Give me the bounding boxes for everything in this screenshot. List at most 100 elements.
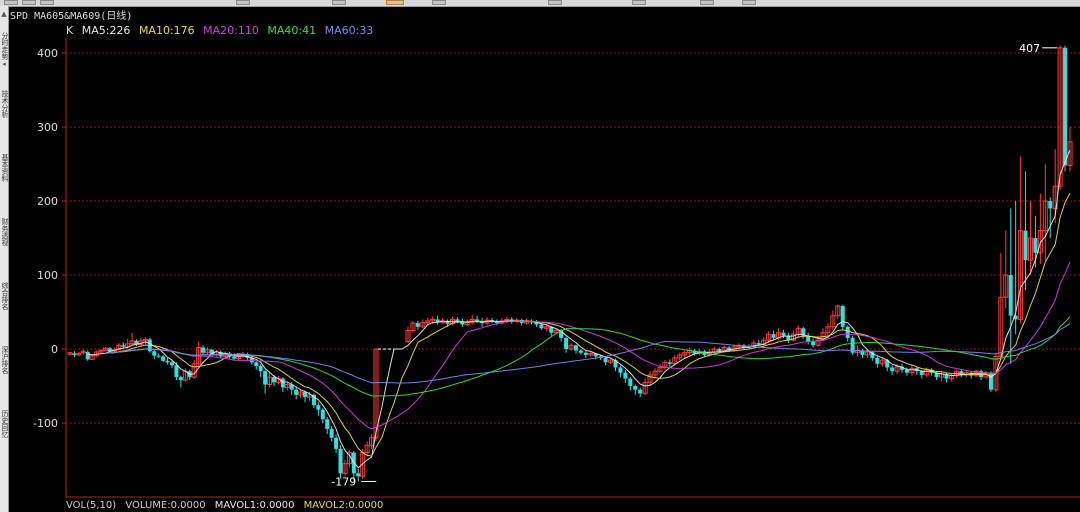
ma10-label: MA10:176 — [138, 24, 195, 37]
candle-down — [564, 337, 569, 349]
min-value-label: -179 — [331, 475, 356, 488]
candle-down — [338, 448, 343, 474]
side-tab[interactable]: 财务透视 — [0, 218, 8, 246]
candle-down — [329, 428, 334, 438]
y-tick-label: -100 — [33, 417, 58, 430]
candle-down — [72, 353, 77, 355]
toolbar-button[interactable] — [4, 0, 18, 5]
side-tab[interactable]: 分时走势 — [0, 32, 8, 60]
y-tick-label: 200 — [37, 195, 58, 208]
ma10-line — [105, 192, 1071, 457]
side-tab[interactable]: 基本资料 — [0, 154, 8, 182]
candle-down — [475, 319, 480, 321]
toolbar-button-active[interactable] — [386, 0, 404, 5]
max-value-label: 407 — [1019, 42, 1040, 55]
candle-down — [455, 319, 460, 321]
toolbar-button[interactable] — [700, 0, 714, 5]
candle-down — [320, 409, 325, 420]
candle-down — [756, 343, 761, 345]
candle-down — [254, 362, 259, 367]
ma5-line — [87, 149, 1071, 469]
side-tab-bar: ▲ 分时走势 ◂ 技术分析 基本资料 财务透视 综合排名 深沪排名 历史回忆 — [0, 6, 9, 512]
toolbar-button[interactable] — [22, 0, 36, 5]
y-tick-label: 400 — [37, 47, 58, 60]
candle-down — [618, 367, 623, 373]
candle-down — [1023, 230, 1028, 261]
candle-down — [415, 323, 420, 327]
ma20-label: MA20:110 — [203, 24, 259, 37]
candle-down — [781, 332, 786, 336]
y-tick-label: 100 — [37, 269, 58, 282]
candle-down — [325, 419, 330, 429]
candle-down — [1033, 238, 1038, 253]
candle-down — [717, 349, 722, 352]
indicator-prefix: K — [66, 24, 74, 37]
candle-down — [1063, 47, 1068, 166]
candle-down — [578, 350, 583, 353]
side-tab[interactable]: 历史回忆 — [0, 410, 8, 438]
candle-down — [152, 351, 157, 356]
candle-down — [356, 473, 361, 477]
candle-down — [845, 326, 850, 338]
ma-legend: K MA5:226 MA10:176 MA20:110 MA40:41 MA60… — [66, 24, 378, 37]
candle-down — [573, 345, 578, 351]
candle-down — [771, 334, 776, 338]
candle-down — [174, 365, 179, 378]
candle-down — [638, 389, 643, 394]
toolbar-button[interactable] — [332, 0, 346, 5]
candle-down — [583, 352, 588, 355]
toolbar-button[interactable] — [548, 0, 562, 5]
candle-down — [539, 324, 544, 329]
ma5-label: MA5:226 — [81, 24, 131, 37]
scroll-up-icon[interactable]: ◂ — [0, 60, 8, 68]
volume-value: VOLUME:0.0000 — [125, 500, 206, 511]
candle-down — [294, 389, 299, 395]
mavol2-value: MAVOL2:0.0000 — [303, 500, 384, 511]
toolbar-button[interactable] — [632, 0, 646, 5]
ma60-label: MA60:33 — [324, 24, 374, 37]
candle-down — [280, 378, 285, 388]
mavol1-value: MAVOL1:0.0000 — [214, 500, 295, 511]
scroll-up-icon[interactable]: ▲ — [0, 10, 8, 18]
y-tick-label: 300 — [37, 121, 58, 134]
candle-down — [316, 405, 321, 410]
candle-down — [156, 355, 161, 357]
candle-down — [667, 362, 672, 364]
toolbar-button[interactable] — [432, 0, 446, 5]
candle-down — [334, 437, 339, 449]
candle-down — [263, 371, 268, 385]
kline-chart[interactable]: 400 300 200 100 0 -100 407 -179 — [10, 20, 1080, 500]
side-tab[interactable]: 深沪排名 — [0, 346, 8, 374]
candle-down — [258, 366, 263, 372]
side-tab[interactable]: 技术分析 — [0, 90, 8, 118]
candle-down — [811, 341, 816, 346]
candle-down — [890, 367, 895, 372]
candle-down — [170, 362, 174, 366]
candle-down — [232, 356, 237, 359]
candle-down — [121, 345, 126, 347]
candle-down — [178, 377, 183, 381]
candle-down — [85, 351, 90, 360]
candle-down — [623, 372, 628, 379]
toolbar-button[interactable] — [40, 0, 54, 5]
volume-legend: VOL(5,10) VOLUME:0.0000 MAVOL1:0.0000 MA… — [66, 500, 389, 511]
candle-down — [875, 357, 880, 364]
candle-down — [633, 386, 638, 390]
candle-down — [1048, 201, 1053, 209]
toolbar-button[interactable] — [236, 0, 250, 5]
toolbar-button[interactable] — [742, 0, 756, 5]
candle-down — [603, 357, 608, 363]
vol-label: VOL(5,10) — [66, 500, 117, 511]
candle-down — [904, 369, 909, 373]
candle-down — [628, 378, 633, 386]
side-tab[interactable]: 综合排名 — [0, 282, 8, 310]
ma20-line — [105, 261, 1071, 430]
candle-down — [1008, 275, 1013, 316]
candle-down — [161, 356, 166, 361]
candle-down — [165, 360, 170, 363]
candle-down — [840, 306, 845, 327]
y-tick-label: 0 — [51, 343, 58, 356]
ma40-label: MA40:41 — [267, 24, 317, 37]
candle-down — [272, 377, 276, 383]
top-toolbar — [0, 0, 1080, 7]
